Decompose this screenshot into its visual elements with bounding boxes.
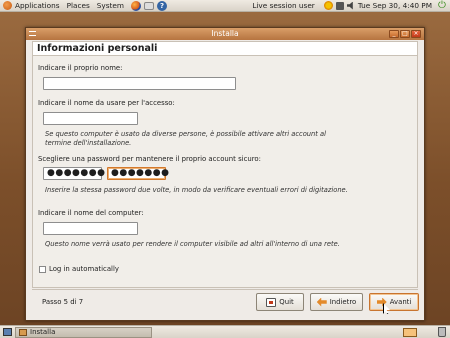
installer-task-icon <box>19 329 27 336</box>
forward-label: Avanti <box>389 298 412 306</box>
mail-icon[interactable] <box>144 1 154 10</box>
bottom-panel: Installa <box>0 325 450 338</box>
volume-icon[interactable] <box>346 1 353 10</box>
window-menu-icon[interactable] <box>29 31 36 36</box>
form-area: Indicare il proprio nome: Indicare il no… <box>32 56 418 288</box>
quit-button[interactable]: Quit <box>256 293 304 311</box>
footer-separator <box>32 289 418 290</box>
top-panel: Applications Places System ? Live sessio… <box>0 0 450 12</box>
session-label[interactable]: Live session user <box>252 1 314 10</box>
maximize-icon[interactable]: □ <box>400 30 410 38</box>
clock[interactable]: Tue Sep 30, 4:40 PM <box>358 1 432 10</box>
login-note: Se questo computer è usato da diverse pe… <box>45 130 326 147</box>
back-arrow-icon <box>316 297 327 307</box>
window-titlebar[interactable]: Installa _ □ × <box>26 28 424 40</box>
password-confirm-field[interactable]: ●●●●●●● <box>107 167 169 180</box>
window-title: Installa <box>211 29 239 38</box>
menu-applications[interactable]: Applications <box>15 1 60 10</box>
network-icon[interactable] <box>335 1 344 10</box>
close-icon[interactable]: × <box>411 30 421 38</box>
computer-note: Questo nome verrà usato per rendere il c… <box>45 240 340 248</box>
computer-name-field[interactable] <box>43 222 138 235</box>
firefox-icon[interactable] <box>131 0 141 11</box>
step-indicator: Passo 5 di 7 <box>42 298 84 306</box>
name-field[interactable] <box>43 77 236 90</box>
login-field[interactable] <box>43 112 138 125</box>
window-controls: _ □ × <box>389 30 421 38</box>
ubuntu-logo-icon[interactable] <box>3 1 12 10</box>
password-field[interactable]: ●●●●●●● <box>43 167 105 180</box>
forward-button[interactable]: Avanti <box>369 293 419 311</box>
page-title: Informazioni personali <box>32 41 418 56</box>
password-prompt: Scegliere una password per mantenere il … <box>38 155 261 163</box>
workspace-icon[interactable] <box>403 328 417 337</box>
trash-icon[interactable] <box>438 327 446 337</box>
taskbar-item-installa[interactable]: Installa <box>15 327 152 338</box>
help-icon[interactable]: ? <box>157 0 167 11</box>
forward-arrow-icon <box>376 297 387 307</box>
back-button[interactable]: Indietro <box>310 293 363 311</box>
autologin-checkbox[interactable] <box>39 266 46 273</box>
back-label: Indietro <box>329 298 357 306</box>
taskbar-item-label: Installa <box>30 328 56 336</box>
name-prompt: Indicare il proprio nome: <box>38 64 123 72</box>
menu-places[interactable]: Places <box>67 1 90 10</box>
update-icon[interactable] <box>323 1 333 10</box>
menu-system[interactable]: System <box>97 1 124 10</box>
quit-icon <box>266 297 277 307</box>
computer-prompt: Indicare il nome del computer: <box>38 209 144 217</box>
show-desktop-icon[interactable] <box>3 328 12 336</box>
password-note: Inserire la stessa password due volte, i… <box>45 186 348 194</box>
logout-icon[interactable]: ⏻ <box>438 0 448 11</box>
quit-label: Quit <box>279 298 294 306</box>
minimize-icon[interactable]: _ <box>389 30 399 38</box>
login-prompt: Indicare il nome da usare per l'accesso: <box>38 99 175 107</box>
installer-window: Installa _ □ × Informazioni personali In… <box>25 27 425 321</box>
autologin-label[interactable]: Log in automatically <box>49 265 119 273</box>
